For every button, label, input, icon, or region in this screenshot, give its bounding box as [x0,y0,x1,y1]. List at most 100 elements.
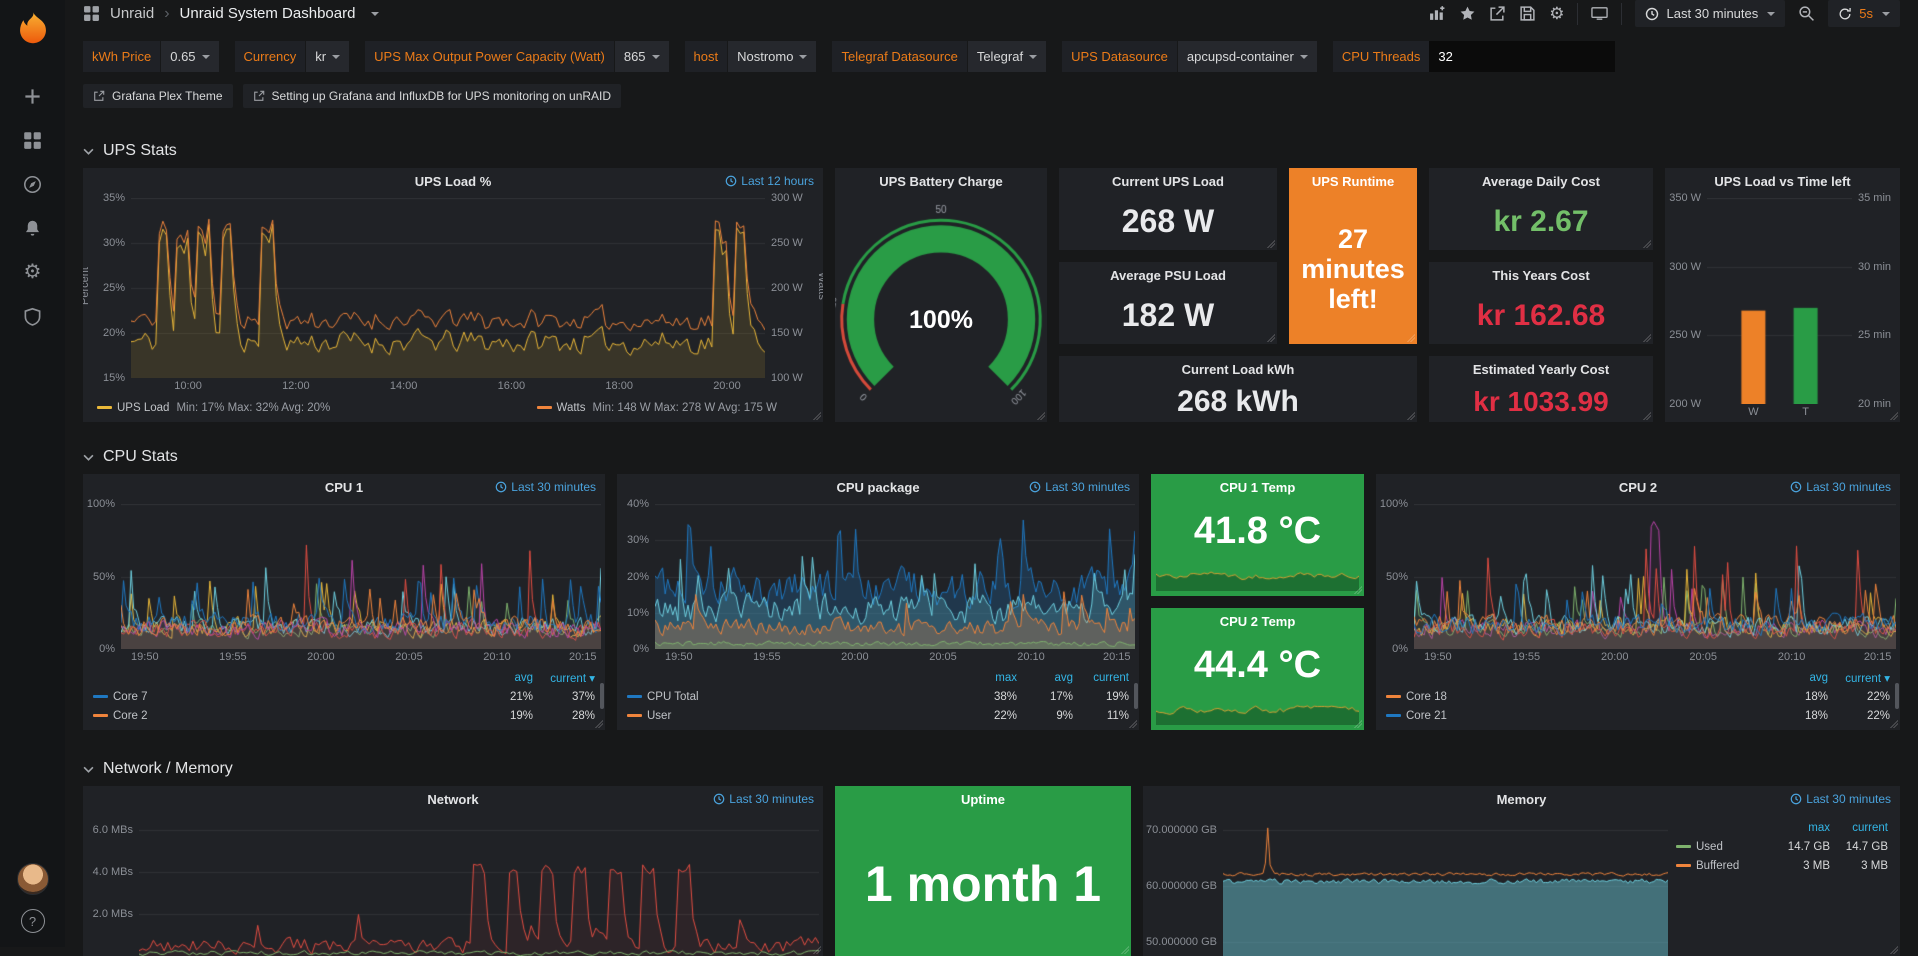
panel-cpu-package: CPU package Last 30 minutes 40% 30% 20% … [617,474,1139,730]
legend-series-name[interactable]: Core 21 [1386,710,1766,722]
network-chart[interactable] [139,816,819,956]
ups-bar-chart[interactable] [1707,198,1852,404]
time-range-label: Last 30 minutes [1666,6,1758,21]
cpu-threads-input[interactable] [1429,41,1615,72]
variable-value-dropdown[interactable]: 0.65 [161,41,218,72]
star-icon[interactable] [1459,5,1476,22]
dashboard-link-ups-monitoring[interactable]: Setting up Grafana and InfluxDB for UPS … [243,84,622,108]
panel-current-load-kwh: Current Load kWh 268 kWh [1059,356,1417,422]
dashboard-title[interactable]: Unraid System Dashboard [180,5,356,22]
legend-scrollbar[interactable] [1895,683,1899,709]
legend-series-name[interactable]: Core 2 [93,710,471,722]
panel-title[interactable]: Memory [1497,792,1547,807]
legend-header[interactable]: avg [1017,672,1073,684]
panel-title[interactable]: Current UPS Load [1112,174,1224,189]
legend-header[interactable]: current [1073,672,1129,684]
legend-header[interactable]: current ▾ [533,671,595,685]
server-admin-shield-icon[interactable] [12,294,54,338]
legend-series-name[interactable]: CPU Total [627,691,961,703]
cpu2-chart[interactable] [1414,504,1896,649]
legend-color [1386,695,1401,698]
panel-title[interactable]: CPU 2 [1619,480,1657,495]
dashboard-settings-gear-icon[interactable]: ⚙ [1549,5,1564,22]
panel-title[interactable]: Network [427,792,478,807]
panel-title[interactable]: Average PSU Load [1110,268,1226,283]
legend-series-name[interactable]: Core 7 [93,691,471,703]
y-axis-left: 6.0 MBs 4.0 MBs 2.0 MBs [83,816,139,956]
variable-telegraf-datasource: Telegraf Datasource Telegraf [832,41,1046,72]
panel-title[interactable]: CPU 1 [325,480,363,495]
variable-value-dropdown[interactable]: Telegraf [968,41,1046,72]
create-add-icon[interactable] [12,74,54,118]
cpu-package-chart[interactable] [655,504,1135,649]
legend-header[interactable]: current [1830,822,1888,834]
zoom-out-icon[interactable] [1798,5,1815,22]
legend-scrollbar[interactable] [1134,683,1138,709]
legend-series-name[interactable]: Watts [557,402,586,414]
panel-title[interactable]: This Years Cost [1492,268,1589,283]
variable-value-dropdown[interactable]: 865 [615,41,669,72]
variable-value-dropdown[interactable]: kr [306,41,349,72]
legend-series-name[interactable]: UPS Load [117,402,169,414]
panel-title[interactable]: UPS Runtime [1312,174,1394,189]
panel-title[interactable]: CPU 1 Temp [1220,480,1296,495]
legend-series-name[interactable]: Core 18 [1386,691,1766,703]
panel-title[interactable]: Estimated Yearly Cost [1473,362,1609,377]
dashboards-icon[interactable] [12,118,54,162]
gauge: 100% [835,194,1047,422]
cpu1-chart[interactable] [121,504,601,649]
tv-kiosk-icon[interactable] [1591,5,1608,22]
legend-header[interactable]: avg [471,672,533,684]
legend-header[interactable]: max [1772,822,1830,834]
gauge-value: 100% [835,306,1047,335]
legend-header[interactable]: avg [1766,672,1828,684]
chart-plot [1223,816,1668,956]
memory-chart[interactable] [1223,816,1668,956]
chevron-down-icon [1882,12,1890,16]
legend-header[interactable]: max [961,672,1017,684]
legend-scrollbar[interactable] [600,683,604,709]
ups-load-chart[interactable] [131,198,765,378]
chevron-down-icon[interactable] [371,12,379,16]
sidebar: ⚙ ? [0,0,65,947]
legend-series-name[interactable]: User [627,710,961,722]
row-header-cpu-stats[interactable]: CPU Stats [83,422,1900,474]
legend-header[interactable]: current ▾ [1828,671,1890,685]
legend-series-name[interactable]: Used [1676,841,1772,853]
alerting-bell-icon[interactable] [12,206,54,250]
panel-title[interactable]: CPU package [836,480,919,495]
breadcrumb-folder[interactable]: Unraid [110,5,154,22]
panel-title[interactable]: CPU 2 Temp [1220,614,1296,629]
add-panel-icon[interactable] [1429,5,1446,22]
dashboard-link-plex-theme[interactable]: Grafana Plex Theme [83,84,233,108]
configuration-gear-icon[interactable]: ⚙ [12,250,54,294]
time-picker-button[interactable]: Last 30 minutes [1635,0,1785,27]
share-icon[interactable] [1489,5,1506,22]
chevron-down-icon [652,55,660,59]
help-icon[interactable]: ? [21,909,45,933]
refresh-button[interactable]: 5s [1828,0,1900,27]
panel-title[interactable]: UPS Battery Charge [879,174,1003,189]
grafana-logo-icon[interactable] [15,10,51,46]
panel-title[interactable]: Uptime [961,792,1005,807]
legend-row: Core 2 19% 28% [93,706,595,725]
explore-compass-icon[interactable] [12,162,54,206]
user-avatar[interactable] [17,863,49,895]
row-header-network-memory[interactable]: Network / Memory [83,730,1900,786]
stat-value: 1 month 1 [835,812,1131,956]
variable-value-dropdown[interactable]: Nostromo [728,41,816,72]
save-icon[interactable] [1519,5,1536,22]
external-link-icon [253,90,265,102]
panel-title[interactable]: Average Daily Cost [1482,174,1600,189]
legend-series-name[interactable]: Buffered [1676,860,1772,872]
variable-value-dropdown[interactable]: apcupsd-container [1178,41,1317,72]
clock-icon [1645,7,1659,21]
legend: avg current ▾ Core 18 18% 22% Core 21 18… [1376,667,1900,730]
panel-title[interactable]: Current Load kWh [1182,362,1295,377]
panel-title[interactable]: UPS Load vs Time left [1714,174,1850,189]
row-header-ups-stats[interactable]: UPS Stats [83,108,1900,168]
row-network-memory: Network Last 30 minutes 6.0 MBs 4.0 MBs … [83,786,1900,956]
panel-title[interactable]: UPS Load % [415,174,492,189]
variable-label: Currency [235,41,306,72]
dashboard-grid-icon[interactable] [83,5,100,22]
